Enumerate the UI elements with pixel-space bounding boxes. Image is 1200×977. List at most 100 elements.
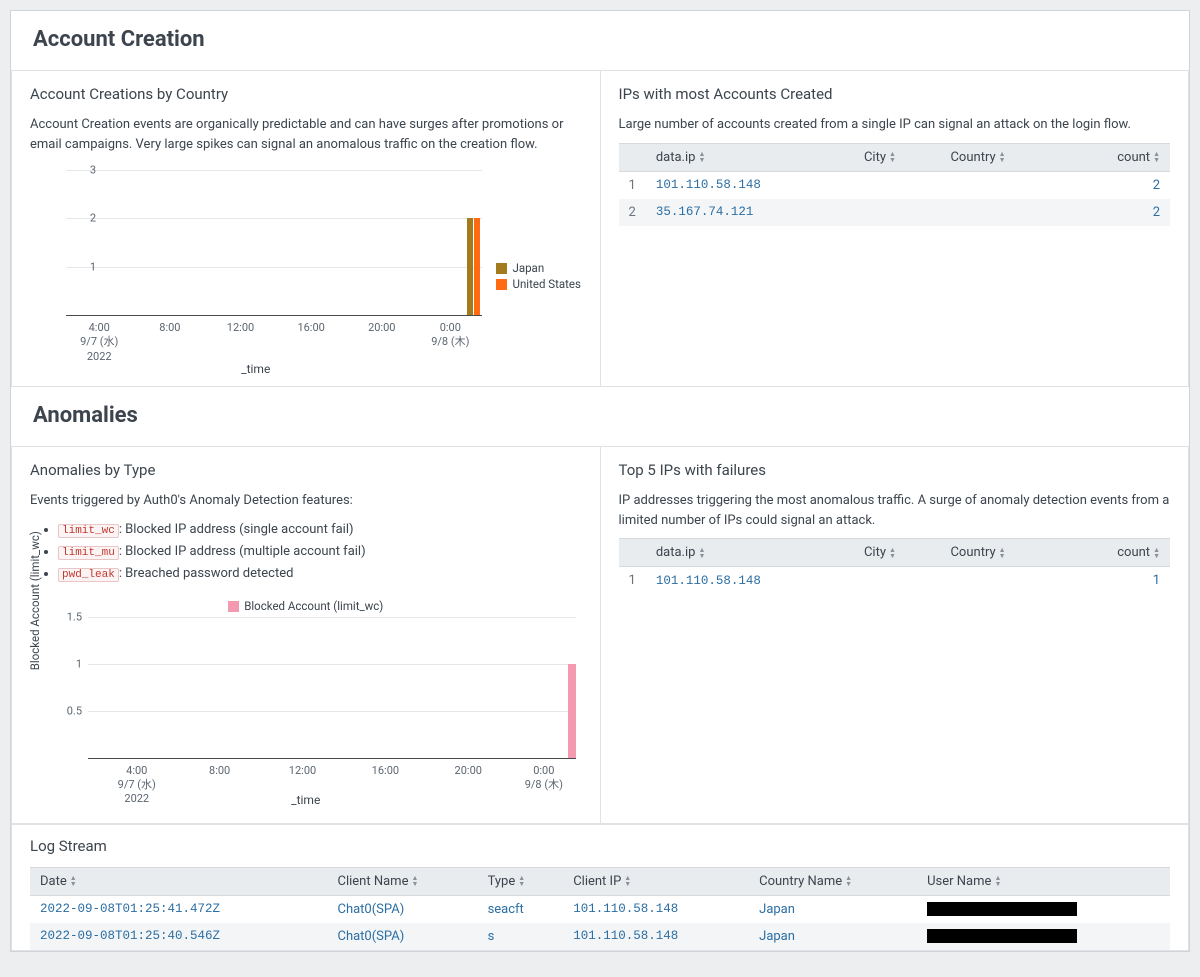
cell-date[interactable]: 2022-09-08T01:25:41.472Z xyxy=(30,895,327,923)
panel-account-creations-by-country: Account Creations by Country Account Cre… xyxy=(11,70,600,387)
cell-client-ip[interactable]: 101.110.58.148 xyxy=(563,923,749,950)
cell-user-name xyxy=(917,923,1170,950)
sort-icon[interactable] xyxy=(994,874,1001,888)
cell-country[interactable]: Japan xyxy=(749,923,917,950)
col-user-name[interactable]: User Name xyxy=(917,867,1170,895)
col-type[interactable]: Type xyxy=(478,867,564,895)
table-ips-most-accounts: data.ip City Country count 1101.110.58.1… xyxy=(619,143,1171,226)
x-tick-label: 8:00 xyxy=(209,764,230,778)
y-axis-title: Blocked Account (limit_wc) xyxy=(28,531,42,670)
table-row[interactable]: 2022-09-08T01:25:41.472ZChat0(SPA)seacft… xyxy=(30,895,1170,923)
cell-city xyxy=(854,199,941,226)
feature-list: limit_wc: Blocked IP address (single acc… xyxy=(30,519,582,585)
table-row[interactable]: 1101.110.58.1481 xyxy=(619,567,1171,595)
sort-icon[interactable] xyxy=(1153,150,1160,164)
table-log-stream: Date Client Name Type Client IP Country … xyxy=(30,867,1170,950)
col-city[interactable]: City xyxy=(854,143,941,171)
table-row[interactable]: 1101.110.58.1482 xyxy=(619,171,1171,199)
col-data-ip[interactable]: data.ip xyxy=(646,143,854,171)
col-country[interactable]: Country xyxy=(940,143,1065,171)
cell-count[interactable]: 2 xyxy=(1065,199,1170,226)
panel-top5-ips-failures: Top 5 IPs with failures IP addresses tri… xyxy=(600,446,1190,824)
legend-item[interactable]: Japan xyxy=(496,260,582,276)
cell-client-ip[interactable]: 101.110.58.148 xyxy=(563,895,749,923)
cell-date[interactable]: 2022-09-08T01:25:40.546Z xyxy=(30,923,327,950)
col-count[interactable]: count xyxy=(1065,539,1170,567)
sort-icon[interactable] xyxy=(698,546,705,560)
col-count[interactable]: count xyxy=(1065,143,1170,171)
code-tag: limit_wc xyxy=(58,524,119,538)
cell-ip[interactable]: 101.110.58.148 xyxy=(646,567,854,595)
cell-type[interactable]: s xyxy=(478,923,564,950)
x-tick-label: 12:00 xyxy=(289,764,316,778)
cell-city xyxy=(854,567,941,595)
panel-desc: Large number of accounts created from a … xyxy=(619,115,1171,135)
table-row[interactable]: 2022-09-08T01:25:40.546ZChat0(SPA)s101.1… xyxy=(30,923,1170,950)
sort-icon[interactable] xyxy=(1153,546,1160,560)
cell-type[interactable]: seacft xyxy=(478,895,564,923)
col-country[interactable]: Country xyxy=(940,539,1065,567)
panel-title: IPs with most Accounts Created xyxy=(619,85,1171,103)
row-account-creation: Account Creations by Country Account Cre… xyxy=(11,70,1189,387)
panel-desc: Account Creation events are organically … xyxy=(30,115,582,154)
chart-bar[interactable] xyxy=(474,218,480,315)
sort-icon[interactable] xyxy=(698,150,705,164)
sort-icon[interactable] xyxy=(411,874,418,888)
col-client-ip[interactable]: Client IP xyxy=(563,867,749,895)
code-tag: pwd_leak xyxy=(58,568,119,582)
dashboard-page: Account Creation Account Creations by Co… xyxy=(10,10,1190,952)
sort-icon[interactable] xyxy=(889,546,896,560)
table-top5-ips: data.ip City Country count 1 101.110.58.1… xyxy=(619,538,1171,594)
cell-country xyxy=(940,171,1065,199)
sort-icon[interactable] xyxy=(518,874,525,888)
legend-swatch xyxy=(228,601,239,612)
x-tick-label: 20:00 xyxy=(368,321,395,335)
sort-icon[interactable] xyxy=(999,150,1006,164)
sort-icon[interactable] xyxy=(70,874,77,888)
chart-bar[interactable] xyxy=(568,664,576,758)
x-tick-label: 4:009/7 (水)2022 xyxy=(80,321,118,364)
row-anomalies: Anomalies by Type Events triggered by Au… xyxy=(11,446,1189,824)
panel-desc: IP addresses triggering the most anomalo… xyxy=(619,491,1171,530)
list-item: limit_mu: Blocked IP address (multiple a… xyxy=(58,541,582,563)
cell-client-name[interactable]: Chat0(SPA) xyxy=(327,923,477,950)
sort-icon[interactable] xyxy=(624,874,631,888)
chart-bar[interactable] xyxy=(467,218,473,315)
panel-title: Log Stream xyxy=(30,837,1170,855)
x-tick-label: 16:00 xyxy=(297,321,324,335)
chart-plot-area[interactable]: 3 2 1 4:009/7 (水)20228:0012:0016:0020:00… xyxy=(30,170,482,370)
chart-legend: Blocked Account (limit_wc) xyxy=(30,599,582,613)
col-country-name[interactable]: Country Name xyxy=(749,867,917,895)
cell-count[interactable]: 2 xyxy=(1065,171,1170,199)
section-title-anomalies: Anomalies xyxy=(11,387,1189,446)
legend-item[interactable]: United States xyxy=(496,276,582,292)
chart-plot-area[interactable]: Blocked Account (limit_wc) 1.5 1 0.5 4:0… xyxy=(30,617,582,807)
x-tick-label: 16:00 xyxy=(372,764,399,778)
col-client-name[interactable]: Client Name xyxy=(327,867,477,895)
col-city[interactable]: City xyxy=(854,539,941,567)
x-axis-label: _time xyxy=(291,793,320,807)
col-date[interactable]: Date xyxy=(30,867,327,895)
x-tick-label: 0:009/8 (木) xyxy=(431,321,469,350)
cell-country xyxy=(940,199,1065,226)
chart-anomalies: Blocked Account (limit_wc) Blocked Accou… xyxy=(30,599,582,807)
x-tick-label: 0:009/8 (木) xyxy=(525,764,563,793)
x-axis-label: _time xyxy=(241,362,270,376)
sort-icon[interactable] xyxy=(845,874,852,888)
table-row[interactable]: 235.167.74.1212 xyxy=(619,199,1171,226)
cell-ip[interactable]: 35.167.74.121 xyxy=(646,199,854,226)
panel-title: Top 5 IPs with failures xyxy=(619,461,1171,479)
chart-legend: JapanUnited States xyxy=(482,170,582,292)
cell-count[interactable]: 1 xyxy=(1065,567,1170,595)
cell-city xyxy=(854,171,941,199)
panel-title: Account Creations by Country xyxy=(30,85,582,103)
section-title-account-creation: Account Creation xyxy=(11,11,1189,70)
sort-icon[interactable] xyxy=(999,546,1006,560)
sort-icon[interactable] xyxy=(889,150,896,164)
cell-ip[interactable]: 101.110.58.148 xyxy=(646,171,854,199)
cell-country xyxy=(940,567,1065,595)
panel-ips-most-accounts: IPs with most Accounts Created Large num… xyxy=(600,70,1190,387)
cell-client-name[interactable]: Chat0(SPA) xyxy=(327,895,477,923)
cell-country[interactable]: Japan xyxy=(749,895,917,923)
col-data-ip[interactable]: data.ip xyxy=(646,539,854,567)
